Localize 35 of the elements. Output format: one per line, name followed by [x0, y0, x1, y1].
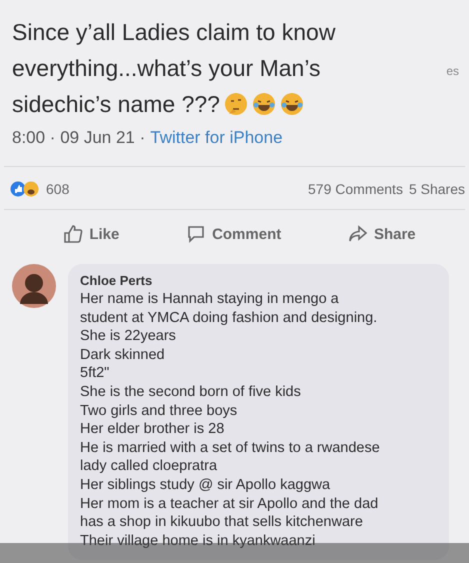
comment-text-line: He is married with a set of twins to a rwandese: [80, 438, 381, 458]
comment-text-line: Her elder brother is 28: [80, 420, 226, 439]
comment-text-line: 5ft2": [80, 364, 110, 383]
comment-text-line: Her siblings study @ sir Apollo kaggwa: [80, 476, 332, 495]
shares-count[interactable]: 5 Shares: [408, 181, 465, 197]
side-label: es: [446, 64, 459, 80]
laughing-emoji-icon: [252, 92, 276, 116]
share-button[interactable]: Share: [346, 222, 418, 246]
source-link[interactable]: Twitter for iPhone: [150, 128, 283, 148]
laughing-emoji-icon: [280, 92, 304, 116]
post-text-line: sidechic’s name ???: [12, 90, 220, 119]
speech-bubble-icon: [186, 224, 206, 244]
post-timestamp: 8:00 · 09 Jun 21 ·: [12, 128, 146, 148]
comment-text-line: Their village home is in kyankwaanzi: [80, 532, 316, 550]
comments-count[interactable]: 579 Comments: [308, 181, 403, 197]
comment-text-line: Dark skinned: [80, 346, 166, 364]
reaction-count[interactable]: 608: [46, 181, 302, 197]
post-text-line: Since y’all Ladies claim to know: [12, 18, 336, 47]
comment-text-line: student at YMCA doing fashion and designing.: [80, 308, 378, 328]
like-button[interactable]: Like: [61, 222, 122, 246]
post-text-line: everything...what’s your Man’s: [12, 54, 321, 83]
comment-text-line: She is 22years: [80, 327, 177, 346]
comment-text-line: lady called cloepratra: [80, 457, 218, 476]
comment-button[interactable]: Comment: [184, 222, 284, 246]
thumbs-up-icon: [63, 224, 84, 244]
comment-text-line: She is the second born of five kids: [80, 382, 302, 402]
comment-text-line: has a shop in kikuubo that sells kitchenware: [80, 513, 364, 532]
comment-text-line: Her mom is a teacher at sir Apollo and the dad: [80, 494, 380, 514]
share-arrow-icon: [348, 224, 368, 244]
thinking-emoji-icon: [224, 92, 248, 116]
comment-text-line: Two girls and three boys: [80, 402, 238, 420]
avatar: [12, 264, 56, 308]
comment-text-line: Her name is Hannah staying in mengo a: [80, 290, 340, 309]
comment-author[interactable]: Chloe Perts: [80, 272, 441, 290]
reaction-icons: [10, 181, 40, 197]
